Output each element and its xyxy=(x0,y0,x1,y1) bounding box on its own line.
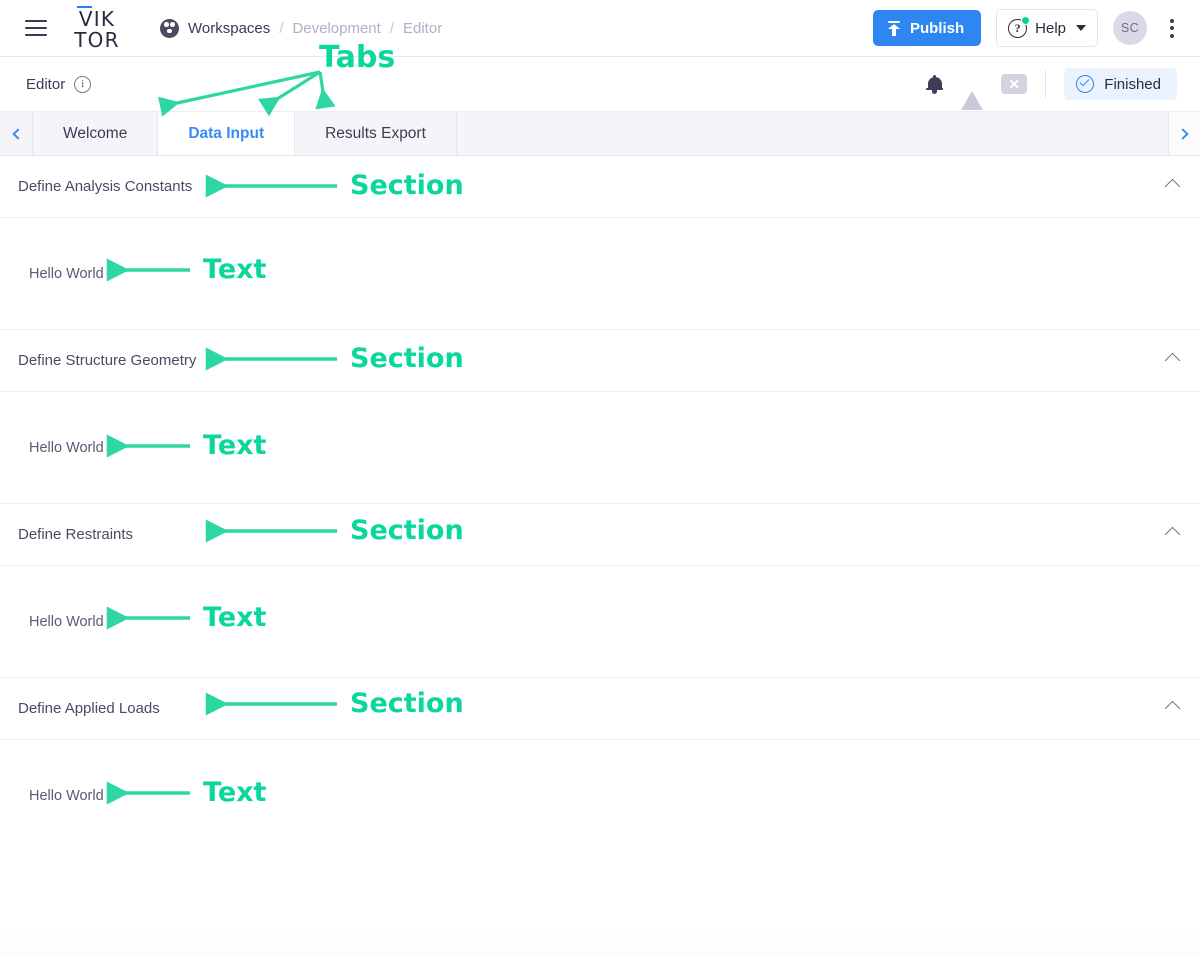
form-body: Define Analysis Constants Hello World De… xyxy=(0,156,1200,846)
tab-data-input[interactable]: Data Input xyxy=(158,112,295,155)
workspaces-icon xyxy=(160,19,179,38)
toolbar-divider xyxy=(1045,70,1046,98)
breadcrumb-separator: / xyxy=(279,20,283,37)
logo-line-2: TOR xyxy=(74,30,119,50)
chevron-right-icon xyxy=(1177,128,1188,139)
chevron-up-icon[interactable] xyxy=(1165,353,1181,369)
section-title: Define Analysis Constants xyxy=(18,178,192,195)
tab-bar: Welcome Data Input Results Export xyxy=(0,112,1200,156)
top-bar-actions: Publish ? Help SC xyxy=(873,9,1182,47)
chevron-up-icon[interactable] xyxy=(1165,701,1181,717)
breadcrumb: Workspaces / Development / Editor xyxy=(160,19,442,38)
warning-triangle-icon[interactable] xyxy=(961,74,983,94)
tab-welcome[interactable]: Welcome xyxy=(33,112,158,155)
publish-button[interactable]: Publish xyxy=(873,10,981,46)
check-circle-icon xyxy=(1076,75,1094,93)
sub-header: Editor i ✕ Finished xyxy=(0,57,1200,112)
page-title: Editor xyxy=(26,76,65,93)
status-badge-label: Finished xyxy=(1104,76,1161,93)
section-content-0: Hello World xyxy=(0,218,1200,330)
sub-header-actions: ✕ Finished xyxy=(926,68,1177,100)
help-button-label: Help xyxy=(1035,20,1066,37)
breadcrumb-item-development[interactable]: Development xyxy=(292,20,380,37)
section-text: Hello World xyxy=(29,266,104,282)
section-content-1: Hello World xyxy=(0,392,1200,504)
section-text: Hello World xyxy=(29,788,104,804)
page-bottom-area xyxy=(0,846,1200,956)
breadcrumb-item-editor[interactable]: Editor xyxy=(403,20,442,37)
bell-icon[interactable] xyxy=(926,75,943,94)
more-vertical-icon[interactable] xyxy=(1162,17,1182,39)
section-title: Define Structure Geometry xyxy=(18,352,196,369)
tab-results-export[interactable]: Results Export xyxy=(295,112,457,155)
hamburger-icon[interactable] xyxy=(25,20,47,36)
upload-icon xyxy=(887,21,901,36)
top-bar: VIK TOR Workspaces / Development / Edito… xyxy=(0,0,1200,57)
breadcrumb-separator: / xyxy=(390,20,394,37)
breadcrumb-item-workspaces[interactable]: Workspaces xyxy=(188,20,270,37)
caret-down-icon xyxy=(1076,25,1086,31)
chevron-up-icon[interactable] xyxy=(1165,527,1181,543)
chevron-left-icon xyxy=(12,128,23,139)
avatar[interactable]: SC xyxy=(1113,11,1147,45)
chevron-up-icon[interactable] xyxy=(1165,179,1181,195)
section-text: Hello World xyxy=(29,440,104,456)
tab-scroll-right-button[interactable] xyxy=(1168,112,1200,155)
section-header-3[interactable]: Define Applied Loads xyxy=(0,678,1200,740)
section-title: Define Restraints xyxy=(18,526,133,543)
info-icon[interactable]: i xyxy=(74,76,91,93)
section-content-2: Hello World xyxy=(0,566,1200,678)
section-header-2[interactable]: Define Restraints xyxy=(0,504,1200,566)
section-text: Hello World xyxy=(29,614,104,630)
section-header-1[interactable]: Define Structure Geometry xyxy=(0,330,1200,392)
app-root: VIK TOR Workspaces / Development / Edito… xyxy=(0,0,1200,956)
tab-scroll-left-button[interactable] xyxy=(0,112,33,155)
section-title: Define Applied Loads xyxy=(18,700,160,717)
question-circle-icon: ? xyxy=(1008,19,1027,38)
section-header-0[interactable]: Define Analysis Constants xyxy=(0,156,1200,218)
help-status-dot xyxy=(1021,16,1030,25)
help-button[interactable]: ? Help xyxy=(996,9,1098,47)
status-badge[interactable]: Finished xyxy=(1064,68,1177,100)
publish-button-label: Publish xyxy=(910,20,964,37)
section-content-3: Hello World xyxy=(0,740,1200,846)
close-box-icon[interactable]: ✕ xyxy=(1001,74,1027,94)
viktor-logo[interactable]: VIK TOR xyxy=(69,6,125,51)
logo-line-1: VIK xyxy=(79,9,115,29)
